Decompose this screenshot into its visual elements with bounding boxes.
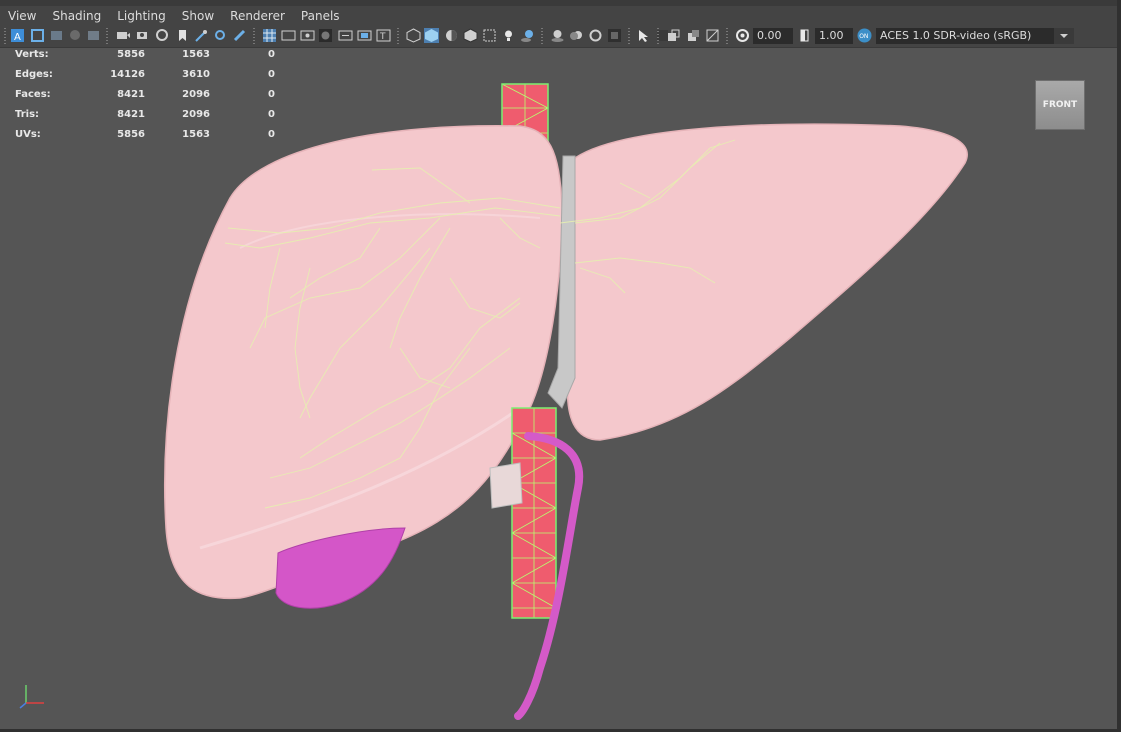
select-camera-icon[interactable]: A: [10, 28, 25, 43]
grease-pencil-icon[interactable]: [86, 28, 101, 43]
bookmark-icon[interactable]: [49, 28, 64, 43]
hud-value: 0: [268, 109, 275, 120]
hud-row-uvs: UVs: 5856 1563 0: [15, 128, 275, 148]
hud-value: 0: [268, 69, 275, 80]
toolbar-separator: [397, 28, 399, 44]
resolution-gate-icon[interactable]: [300, 28, 315, 43]
liver-right-lobe[interactable]: [164, 125, 563, 600]
use-all-lights-icon[interactable]: [501, 28, 516, 43]
motion-blur-icon[interactable]: [569, 28, 584, 43]
toolbar-separator: [106, 28, 108, 44]
hud-value: 8421: [117, 89, 145, 100]
two-d-pan-icon[interactable]: [213, 28, 228, 43]
gamma-field[interactable]: 1.00: [815, 28, 853, 44]
hud-value: 2096: [182, 89, 210, 100]
color-management-icon[interactable]: ON: [857, 28, 872, 43]
menu-lighting[interactable]: Lighting: [109, 9, 174, 23]
hud-value: 5856: [117, 129, 145, 140]
panel-toolbar: A T 0.00 1.00 ON ACES 1.0 SDR-video (sRG…: [0, 25, 1117, 48]
pan-zoom-icon[interactable]: [194, 28, 209, 43]
exposure-field[interactable]: 0.00: [753, 28, 793, 44]
toolbar-separator: [4, 28, 6, 44]
hud-value: 0: [268, 129, 275, 140]
screen-space-ao-icon[interactable]: [550, 28, 565, 43]
exposure-icon[interactable]: [735, 28, 750, 43]
hud-value: 1563: [182, 129, 210, 140]
axis-gizmo-icon: [19, 685, 44, 709]
anti-aliasing-icon[interactable]: [588, 28, 603, 43]
svg-text:ON: ON: [859, 33, 868, 40]
hud-value: 8421: [117, 109, 145, 120]
shadows-icon[interactable]: [520, 28, 535, 43]
smooth-shade-cube-icon[interactable]: [424, 28, 439, 43]
view-transform-dropdown[interactable]: ACES 1.0 SDR-video (sRGB): [876, 28, 1054, 44]
svg-text:A: A: [14, 32, 21, 43]
wireframe-on-shaded-icon[interactable]: [463, 28, 478, 43]
viewport-3d[interactable]: Verts: 5856 1563 0 Edges: 14126 3610 0 F…: [0, 48, 1117, 729]
menu-shading[interactable]: Shading: [44, 9, 109, 23]
hepatic-ligament[interactable]: [489, 462, 523, 509]
chevron-down-icon: [1060, 34, 1068, 38]
default-material-icon[interactable]: [444, 28, 459, 43]
camera-attributes-icon[interactable]: [30, 28, 45, 43]
toolbar-separator: [657, 28, 659, 44]
hud-value: 0: [268, 89, 275, 100]
svg-text:T: T: [379, 32, 386, 42]
hud-row-edges: Edges: 14126 3610 0: [15, 68, 275, 88]
toolbar-separator: [726, 28, 728, 44]
hud-value: 5856: [117, 49, 145, 60]
safe-title-icon[interactable]: T: [376, 28, 391, 43]
poly-count-hud: Verts: 5856 1563 0 Edges: 14126 3610 0 F…: [15, 48, 275, 148]
liver-left-lobe[interactable]: [566, 123, 968, 441]
gate-mask-icon[interactable]: [318, 28, 333, 43]
wireframe-cube-icon[interactable]: [406, 28, 421, 43]
isolate-select-icon[interactable]: [636, 28, 651, 43]
menu-view[interactable]: View: [0, 9, 44, 23]
bookmark-flag-icon[interactable]: [175, 28, 190, 43]
panel-menu-bar: View Shading Lighting Show Renderer Pane…: [0, 6, 1117, 25]
hud-value: 1563: [182, 49, 210, 60]
hud-label: Faces:: [15, 89, 51, 100]
film-gate-icon[interactable]: [116, 28, 131, 43]
toolbar-separator: [628, 28, 630, 44]
window-frame-right: [1117, 0, 1121, 732]
hud-row-tris: Tris: 8421 2096 0: [15, 108, 275, 128]
hud-value: 14126: [110, 69, 145, 80]
pencil-icon[interactable]: [232, 28, 247, 43]
hud-value: 3610: [182, 69, 210, 80]
grid-icon[interactable]: [262, 28, 277, 43]
image-plane-icon[interactable]: [68, 28, 83, 43]
camera-view-icon[interactable]: [155, 28, 170, 43]
xray-icon[interactable]: [482, 28, 497, 43]
menu-panels[interactable]: Panels: [293, 9, 348, 23]
hud-label: Verts:: [15, 49, 49, 60]
hud-label: UVs:: [15, 129, 41, 140]
liver-model-scene[interactable]: [0, 48, 1117, 729]
view-cube-front[interactable]: FRONT: [1035, 80, 1085, 130]
menu-renderer[interactable]: Renderer: [222, 9, 293, 23]
toolbar-separator: [253, 28, 255, 44]
hud-row-verts: Verts: 5856 1563 0: [15, 48, 275, 68]
safe-action-icon[interactable]: [357, 28, 372, 43]
hud-value: 2096: [182, 109, 210, 120]
field-chart-icon[interactable]: [338, 28, 353, 43]
backface-culling-icon[interactable]: [686, 28, 701, 43]
camera-icon[interactable]: [136, 28, 151, 43]
hud-label: Tris:: [15, 109, 40, 120]
hud-value: 0: [268, 49, 275, 60]
xray-active-icon[interactable]: [666, 28, 681, 43]
hud-toggle-icon[interactable]: [705, 28, 720, 43]
gamma-icon[interactable]: [797, 28, 812, 43]
hud-row-faces: Faces: 8421 2096 0: [15, 88, 275, 108]
view-transform-dropdown-button[interactable]: [1054, 28, 1074, 44]
film-gate-toggle-icon[interactable]: [281, 28, 296, 43]
hud-label: Edges:: [15, 69, 53, 80]
toolbar-separator: [541, 28, 543, 44]
menu-show[interactable]: Show: [174, 9, 222, 23]
depth-of-field-icon[interactable]: [607, 28, 622, 43]
